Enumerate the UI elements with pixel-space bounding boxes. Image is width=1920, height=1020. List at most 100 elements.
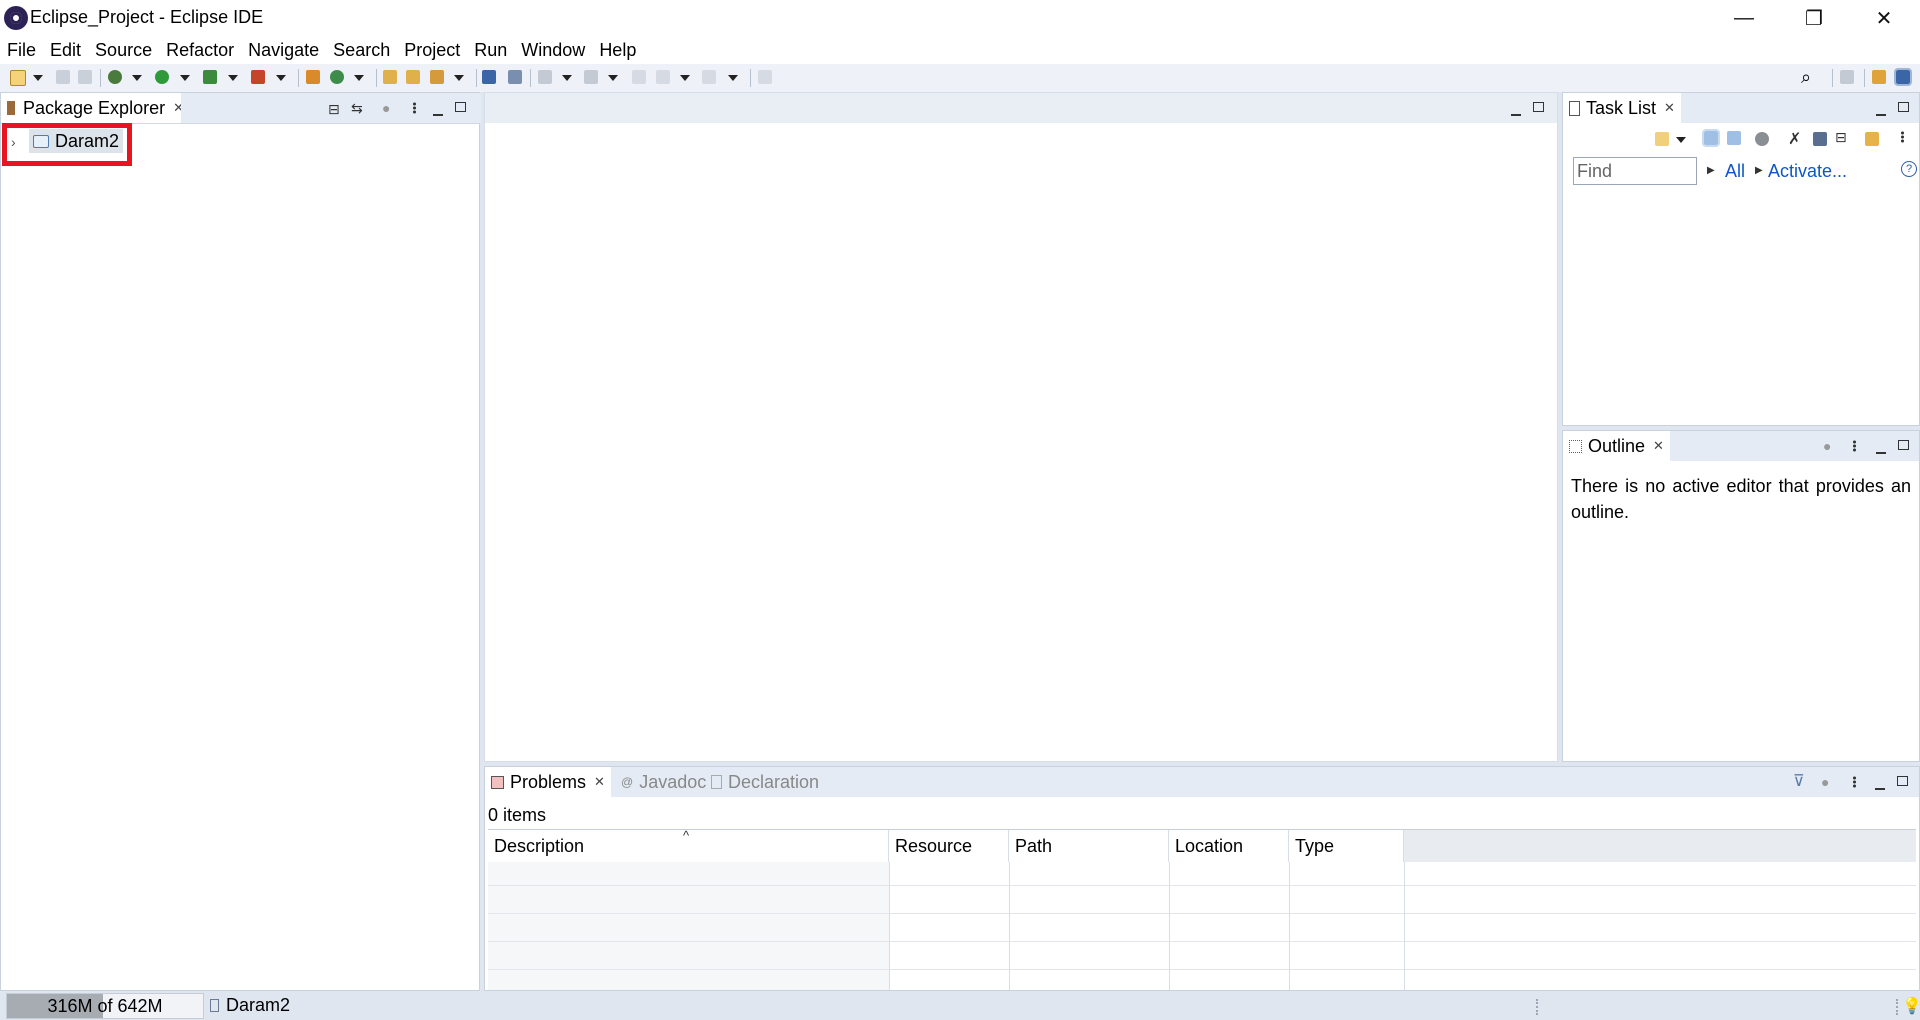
- minimize-view-icon[interactable]: [433, 103, 443, 119]
- view-menu-icon[interactable]: [413, 101, 416, 117]
- minimize-view-icon[interactable]: [1876, 441, 1886, 457]
- focus-workweek-icon[interactable]: [1755, 132, 1769, 146]
- new-java-class-icon[interactable]: [330, 70, 344, 84]
- view-menu-icon[interactable]: [1901, 130, 1904, 146]
- link-with-editor-icon[interactable]: ⇆: [351, 100, 363, 117]
- menu-project[interactable]: Project: [397, 36, 467, 64]
- forward-icon[interactable]: [702, 70, 716, 84]
- open-type-icon[interactable]: [383, 70, 397, 84]
- next-annotation-dropdown-icon[interactable]: [562, 75, 572, 81]
- new-task-dropdown-icon[interactable]: [1676, 137, 1686, 143]
- expand-chevron-icon[interactable]: ›: [11, 134, 16, 150]
- minimize-view-icon[interactable]: [1875, 777, 1885, 793]
- column-type[interactable]: Type: [1289, 830, 1404, 862]
- hide-tasks-icon[interactable]: [1813, 132, 1827, 146]
- save-icon[interactable]: [56, 70, 70, 84]
- menu-file[interactable]: File: [0, 36, 43, 64]
- focus-task-icon[interactable]: ●: [1823, 438, 1831, 454]
- column-description[interactable]: Description: [488, 830, 889, 862]
- focus-task-icon[interactable]: ●: [1821, 774, 1829, 790]
- categorized-icon[interactable]: [1702, 129, 1720, 147]
- collapse-all-icon[interactable]: ⊟: [328, 101, 340, 118]
- forward-dropdown-icon[interactable]: [728, 75, 738, 81]
- terminal-icon[interactable]: [482, 70, 496, 84]
- column-resource[interactable]: Resource: [889, 830, 1009, 862]
- tab-declaration[interactable]: Declaration: [705, 767, 825, 797]
- tab-task-list[interactable]: Task List ✕: [1563, 93, 1681, 123]
- new-java-package-icon[interactable]: [306, 70, 320, 84]
- new-class-dropdown-icon[interactable]: [354, 75, 364, 81]
- editor-minimize-icon[interactable]: [1511, 103, 1521, 119]
- focus-task-icon[interactable]: ●: [382, 100, 390, 116]
- filter-completed-icon[interactable]: ✗: [1788, 129, 1801, 149]
- collapse-all-icon[interactable]: ⊟: [1835, 129, 1847, 146]
- close-tab-icon[interactable]: ✕: [1664, 100, 1675, 116]
- menu-navigate[interactable]: Navigate: [241, 36, 326, 64]
- open-task-icon[interactable]: [406, 70, 420, 84]
- close-window-button[interactable]: ✕: [1849, 0, 1919, 36]
- help-icon[interactable]: ?: [1901, 161, 1917, 177]
- close-tab-icon[interactable]: ✕: [594, 774, 605, 790]
- trash-icon[interactable]: [210, 999, 219, 1012]
- tip-lightbulb-icon[interactable]: 💡: [1902, 996, 1920, 1016]
- heap-status[interactable]: 316M of 642M: [6, 993, 204, 1019]
- debug-dropdown-icon[interactable]: [132, 75, 142, 81]
- tab-package-explorer[interactable]: Package Explorer ✕: [1, 93, 190, 123]
- coverage-dropdown-icon[interactable]: [228, 75, 238, 81]
- column-location[interactable]: Location: [1169, 830, 1289, 862]
- back-dropdown-icon[interactable]: [680, 75, 690, 81]
- debug-icon[interactable]: [108, 70, 122, 84]
- new-task-icon[interactable]: [1655, 132, 1669, 146]
- menu-search[interactable]: Search: [326, 36, 397, 64]
- search-tool-icon[interactable]: [430, 70, 444, 84]
- previous-annotation-dropdown-icon[interactable]: [608, 75, 618, 81]
- previous-annotation-icon[interactable]: [584, 70, 598, 84]
- tab-javadoc[interactable]: @ Javadoc: [615, 767, 712, 797]
- sync-icon[interactable]: [1865, 132, 1879, 146]
- maximize-view-icon[interactable]: [1898, 437, 1909, 453]
- pin-editor-icon[interactable]: [758, 70, 772, 84]
- run-icon[interactable]: [155, 70, 169, 84]
- activate-link[interactable]: Activate...: [1768, 161, 1847, 182]
- java-ee-perspective-icon[interactable]: [1872, 70, 1886, 84]
- all-link[interactable]: All: [1725, 161, 1745, 182]
- scheduled-icon[interactable]: [1727, 131, 1741, 145]
- external-tools-dropdown-icon[interactable]: [276, 75, 286, 81]
- editor-area[interactable]: [484, 92, 1558, 762]
- maximize-view-icon[interactable]: [1897, 773, 1908, 789]
- toggle-mark-icon[interactable]: [508, 70, 522, 84]
- close-tab-icon[interactable]: ✕: [1653, 438, 1664, 454]
- coverage-icon[interactable]: [203, 70, 217, 84]
- maximize-view-icon[interactable]: [455, 99, 466, 115]
- tab-problems[interactable]: Problems ✕: [485, 767, 611, 797]
- find-input[interactable]: Find: [1573, 157, 1697, 185]
- external-tools-icon[interactable]: [251, 70, 265, 84]
- maximize-view-icon[interactable]: [1898, 99, 1909, 115]
- view-menu-icon[interactable]: [1853, 439, 1856, 455]
- back-icon[interactable]: [656, 70, 670, 84]
- last-edit-icon[interactable]: [632, 70, 646, 84]
- view-menu-icon[interactable]: [1853, 775, 1856, 791]
- filter-icon[interactable]: ⊽: [1793, 771, 1805, 791]
- menu-run[interactable]: Run: [467, 36, 514, 64]
- column-path[interactable]: Path: [1009, 830, 1169, 862]
- tab-outline[interactable]: Outline ✕: [1563, 431, 1670, 461]
- minimize-button[interactable]: —: [1709, 0, 1779, 36]
- minimize-view-icon[interactable]: [1876, 103, 1886, 119]
- new-dropdown-icon[interactable]: [33, 75, 43, 81]
- restore-button[interactable]: ❐: [1779, 0, 1849, 36]
- menu-help[interactable]: Help: [592, 36, 643, 64]
- run-dropdown-icon[interactable]: [180, 75, 190, 81]
- new-icon[interactable]: [10, 70, 26, 86]
- menu-edit[interactable]: Edit: [43, 36, 88, 64]
- menu-source[interactable]: Source: [88, 36, 159, 64]
- menu-window[interactable]: Window: [514, 36, 592, 64]
- search-dropdown-icon[interactable]: [454, 75, 464, 81]
- editor-maximize-icon[interactable]: [1533, 99, 1544, 115]
- open-perspective-icon[interactable]: [1840, 70, 1854, 84]
- project-tree-item[interactable]: Daram2: [29, 129, 124, 153]
- next-annotation-icon[interactable]: [538, 70, 552, 84]
- menu-refactor[interactable]: Refactor: [159, 36, 241, 64]
- search-icon[interactable]: ⌕: [1801, 67, 1811, 88]
- save-all-icon[interactable]: [78, 70, 92, 84]
